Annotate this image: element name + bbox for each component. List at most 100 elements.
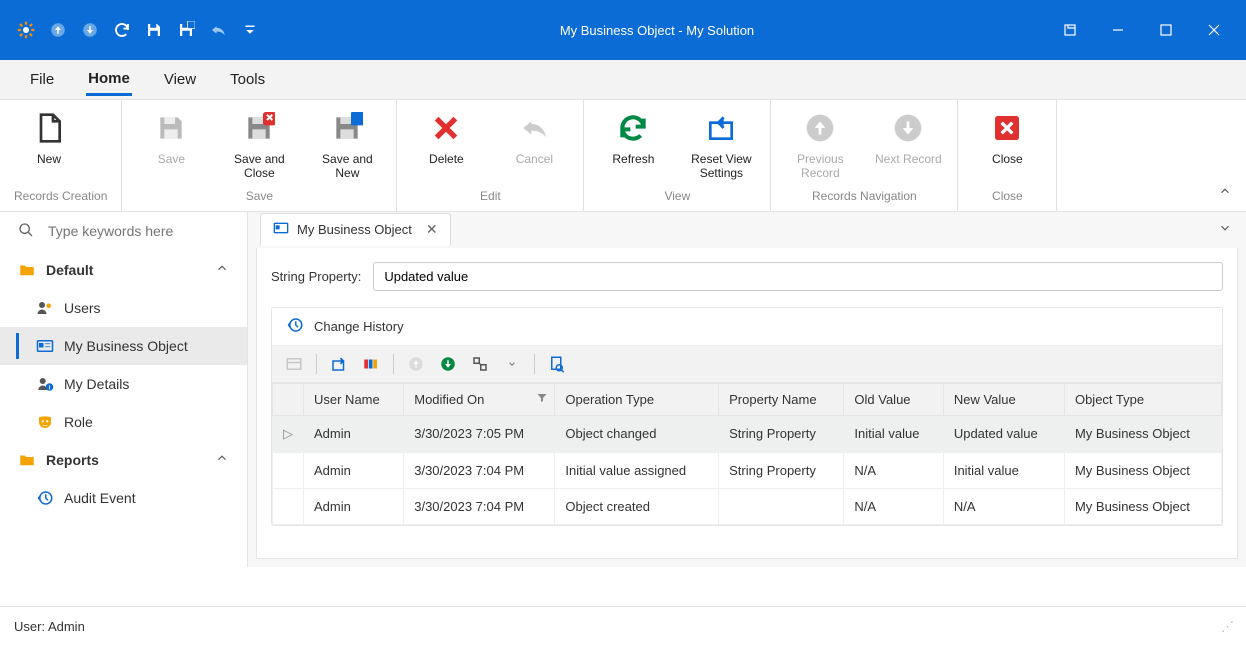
undo-arrow-icon xyxy=(516,110,552,146)
window-minimize-icon[interactable] xyxy=(1098,16,1138,44)
cancel-button: Cancel xyxy=(499,110,569,181)
save-and-close-button[interactable]: Save and Close xyxy=(224,110,294,181)
col-user-name[interactable]: User Name xyxy=(304,383,404,415)
ribbon-group-close: Close xyxy=(972,189,1042,207)
table-row[interactable]: ▷ Admin 3/30/2023 7:05 PM Object changed… xyxy=(273,415,1222,452)
menu-home[interactable]: Home xyxy=(86,64,132,96)
status-user: User: Admin xyxy=(14,619,85,634)
refresh-button[interactable]: Refresh xyxy=(598,110,668,181)
toolbar-export-dropdown-icon[interactable] xyxy=(498,350,526,378)
window-close-icon[interactable] xyxy=(1194,16,1234,44)
col-property-name[interactable]: Property Name xyxy=(719,383,844,415)
ribbon-group-view: View xyxy=(598,189,756,207)
status-bar: User: Admin ⋰ xyxy=(0,606,1246,646)
file-icon xyxy=(31,110,67,146)
save-icon[interactable] xyxy=(140,16,168,44)
card-icon xyxy=(273,220,289,239)
col-modified-on[interactable]: Modified On xyxy=(404,383,555,415)
table-row[interactable]: Admin 3/30/2023 7:04 PM Initial value as… xyxy=(273,452,1222,488)
history-icon xyxy=(286,316,304,337)
save-close-icon[interactable] xyxy=(172,16,200,44)
arrow-down-icon xyxy=(890,110,926,146)
toolbar-open-icon[interactable] xyxy=(325,350,353,378)
reset-view-button[interactable]: Reset View Settings xyxy=(686,110,756,181)
toolbar-preview-icon[interactable] xyxy=(543,350,571,378)
reset-view-icon xyxy=(703,110,739,146)
next-record-button: Next Record xyxy=(873,110,943,181)
save-button: Save xyxy=(136,110,206,181)
card-icon xyxy=(36,337,54,355)
user-info-icon: i xyxy=(36,375,54,393)
close-button[interactable]: Close xyxy=(972,110,1042,181)
x-icon xyxy=(428,110,464,146)
floppy-new-icon xyxy=(329,110,365,146)
ribbon-group-nav: Records Navigation xyxy=(785,189,943,207)
ribbon-group-edit: Edit xyxy=(411,189,569,207)
history-icon xyxy=(36,489,54,507)
row-expander-icon[interactable]: ▷ xyxy=(273,415,304,452)
nav-group-default[interactable]: Default xyxy=(0,251,247,289)
arrow-down-circle-icon[interactable] xyxy=(76,16,104,44)
arrow-up-circle-icon[interactable] xyxy=(44,16,72,44)
window-maximize-icon[interactable] xyxy=(1146,16,1186,44)
folder-icon xyxy=(18,451,36,469)
nav-my-business-object[interactable]: My Business Object xyxy=(0,327,247,365)
ribbon-group-save: Save xyxy=(136,189,382,207)
folder-icon xyxy=(18,261,36,279)
toolbar-down-icon[interactable] xyxy=(434,350,462,378)
ribbon: New Records Creation Save Save and Close… xyxy=(0,100,1246,212)
sidebar: Default Users My Business Object i My De… xyxy=(0,212,248,567)
tab-my-business-object[interactable]: My Business Object ✕ xyxy=(260,213,451,246)
undo-icon[interactable] xyxy=(204,16,232,44)
refresh-arrows-icon xyxy=(615,110,651,146)
main-menu: File Home View Tools xyxy=(0,60,1246,100)
nav-users[interactable]: Users xyxy=(0,289,247,327)
nav-audit-event[interactable]: Audit Event xyxy=(0,479,247,517)
col-object-type[interactable]: Object Type xyxy=(1064,383,1221,415)
change-history-panel: Change History xyxy=(271,307,1223,526)
string-property-input[interactable] xyxy=(373,262,1223,291)
nav-role[interactable]: Role xyxy=(0,403,247,441)
delete-button[interactable]: Delete xyxy=(411,110,481,181)
new-button[interactable]: New xyxy=(14,110,84,181)
mask-icon xyxy=(36,413,54,431)
search-input[interactable] xyxy=(48,223,229,239)
floppy-icon xyxy=(153,110,189,146)
col-operation-type[interactable]: Operation Type xyxy=(555,383,719,415)
chevron-up-icon xyxy=(215,451,229,468)
history-grid: User Name Modified On Operation Type Pro… xyxy=(272,383,1222,525)
toolbar-new-inline-icon xyxy=(280,350,308,378)
string-property-label: String Property: xyxy=(271,269,361,284)
refresh-icon[interactable] xyxy=(108,16,136,44)
chevron-up-icon xyxy=(215,261,229,278)
ribbon-collapse-button[interactable] xyxy=(1218,184,1232,201)
menu-view[interactable]: View xyxy=(162,65,198,94)
window-pin-icon[interactable] xyxy=(1050,16,1090,44)
tab-close-icon[interactable]: ✕ xyxy=(426,221,438,238)
previous-record-button: Previous Record xyxy=(785,110,855,181)
floppy-x-icon xyxy=(241,110,277,146)
tab-overflow-button[interactable] xyxy=(1218,221,1232,238)
title-bar: My Business Object - My Solution xyxy=(0,0,1246,60)
qat-dropdown-icon[interactable] xyxy=(236,16,264,44)
nav-my-details[interactable]: i My Details xyxy=(0,365,247,403)
toolbar-columns-icon[interactable] xyxy=(357,350,385,378)
save-and-new-button[interactable]: Save and New xyxy=(312,110,382,181)
resize-grip-icon[interactable]: ⋰ xyxy=(1221,619,1232,635)
history-toolbar xyxy=(272,346,1222,383)
filter-icon[interactable] xyxy=(536,392,548,407)
nav-group-reports[interactable]: Reports xyxy=(0,441,247,479)
content-area: My Business Object ✕ String Property: Ch… xyxy=(248,212,1246,567)
menu-file[interactable]: File xyxy=(28,65,56,94)
col-new-value[interactable]: New Value xyxy=(943,383,1064,415)
users-icon xyxy=(36,299,54,317)
menu-tools[interactable]: Tools xyxy=(228,65,267,94)
app-gear-icon[interactable] xyxy=(12,16,40,44)
col-old-value[interactable]: Old Value xyxy=(844,383,943,415)
window-title: My Business Object - My Solution xyxy=(264,23,1050,38)
arrow-up-icon xyxy=(802,110,838,146)
close-square-icon xyxy=(989,110,1025,146)
toolbar-export-icon[interactable] xyxy=(466,350,494,378)
change-history-title: Change History xyxy=(314,319,404,334)
table-row[interactable]: Admin 3/30/2023 7:04 PM Object created N… xyxy=(273,488,1222,524)
